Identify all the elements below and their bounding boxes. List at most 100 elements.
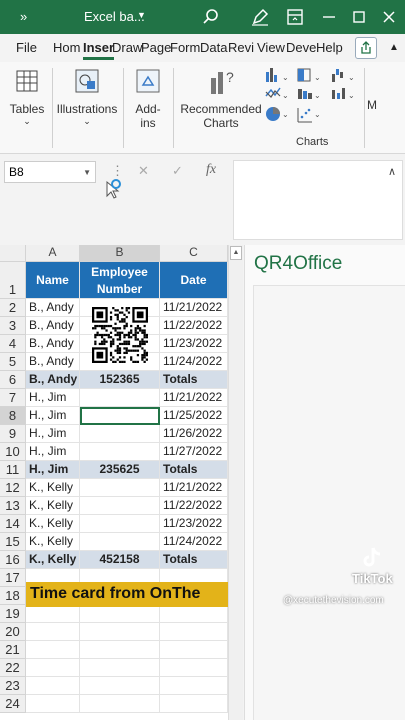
spreadsheet-grid[interactable]: A B C 1 Name Employee Number Date 2 B., Andy 11… (0, 245, 228, 720)
tab-developer[interactable]: Deve (286, 40, 316, 55)
employee-number-cell[interactable] (80, 443, 160, 461)
name-cell[interactable]: H., Jim (26, 389, 80, 407)
empty-cell[interactable] (160, 695, 228, 713)
formula-input[interactable] (233, 160, 403, 240)
row-header[interactable]: 7 (0, 389, 26, 407)
ribbon-display-icon[interactable] (284, 6, 306, 28)
column-header-b[interactable]: B (80, 245, 160, 262)
header-date-cell[interactable]: Date (160, 262, 228, 299)
vertical-scrollbar[interactable]: ▲ (228, 245, 243, 720)
name-box-dropdown-icon[interactable]: ▼ (83, 168, 91, 177)
header-name-cell[interactable]: Name (26, 262, 80, 299)
row-header[interactable]: 13 (0, 497, 26, 515)
collapse-ribbon-icon[interactable]: ▲ (389, 42, 399, 53)
empty-cell[interactable] (80, 659, 160, 677)
empty-cell[interactable] (26, 695, 80, 713)
scroll-up-icon[interactable]: ▲ (230, 246, 242, 260)
employee-number-cell[interactable] (80, 389, 160, 407)
workbook-title[interactable]: Excel ba... (84, 9, 145, 24)
empty-cell[interactable] (26, 659, 80, 677)
name-cell[interactable]: H., Jim (26, 461, 80, 479)
name-cell[interactable]: K., Kelly (26, 533, 80, 551)
select-all-corner[interactable] (0, 245, 26, 262)
tab-page-layout[interactable]: Page (141, 40, 171, 55)
employee-number-cell[interactable]: 152365 (80, 371, 160, 389)
empty-cell[interactable] (26, 677, 80, 695)
date-cell[interactable]: 11/24/2022 (160, 533, 228, 551)
expand-formula-bar-icon[interactable]: ∧ (388, 165, 396, 178)
illustrations-button[interactable]: Illustrations ⌄ (56, 68, 118, 127)
employee-number-cell[interactable] (80, 425, 160, 443)
insert-function-icon[interactable]: fx (206, 162, 216, 178)
tables-button[interactable]: Tables ⌄ (8, 68, 46, 127)
close-icon[interactable] (378, 6, 400, 28)
search-icon[interactable] (200, 6, 222, 28)
name-cell[interactable]: B., Andy (26, 353, 80, 371)
empty-cell[interactable] (80, 677, 160, 695)
row-header[interactable]: 5 (0, 353, 26, 371)
empty-cell[interactable] (160, 659, 228, 677)
name-cell[interactable]: K., Kelly (26, 515, 80, 533)
row-header[interactable]: 11 (0, 461, 26, 479)
row-header[interactable]: 15 (0, 533, 26, 551)
tab-draw[interactable]: Draw (112, 40, 142, 55)
designer-pen-icon[interactable] (249, 6, 271, 28)
name-box[interactable]: B8 ▼ (4, 161, 96, 183)
empty-cell[interactable] (160, 641, 228, 659)
date-cell[interactable]: 11/27/2022 (160, 443, 228, 461)
row-header[interactable]: 3 (0, 317, 26, 335)
row-header[interactable]: 2 (0, 299, 26, 317)
empty-cell[interactable] (26, 641, 80, 659)
date-cell[interactable]: Totals (160, 461, 228, 479)
cancel-entry-icon[interactable]: ✕ (138, 163, 149, 179)
maximize-icon[interactable] (348, 6, 370, 28)
time-card-banner[interactable]: Time card from OnThe (26, 582, 228, 607)
date-cell[interactable]: 11/21/2022 (160, 389, 228, 407)
date-cell[interactable]: 11/23/2022 (160, 515, 228, 533)
date-cell[interactable]: 11/26/2022 (160, 425, 228, 443)
row-header[interactable]: 6 (0, 371, 26, 389)
tab-insert[interactable]: Inser (83, 40, 115, 60)
title-dropdown-icon[interactable]: ▼ (137, 10, 146, 20)
chart-type-icons[interactable]: ⌄ ⌄ ⌄ ⌄ ⌄ ⌄ ⌄ ⌄ (264, 66, 362, 132)
row-header[interactable]: 21 (0, 641, 26, 659)
name-cell[interactable]: H., Jim (26, 425, 80, 443)
date-cell[interactable]: 11/25/2022 (160, 407, 228, 425)
task-pane-body[interactable] (253, 285, 405, 720)
name-cell[interactable]: B., Andy (26, 299, 80, 317)
row-header[interactable]: 8 (0, 407, 26, 425)
selected-cell-b8[interactable] (80, 407, 160, 425)
row-header[interactable]: 24 (0, 695, 26, 713)
column-header-a[interactable]: A (26, 245, 80, 262)
recommended-charts-button[interactable]: ? Recommended Charts (180, 68, 262, 130)
date-cell[interactable]: 11/22/2022 (160, 317, 228, 335)
empty-cell[interactable] (80, 641, 160, 659)
qr-code-image[interactable] (92, 307, 148, 363)
name-cell[interactable]: B., Andy (26, 335, 80, 353)
tab-file[interactable]: File (16, 40, 37, 55)
row-header[interactable]: 22 (0, 659, 26, 677)
employee-number-cell[interactable] (80, 533, 160, 551)
employee-number-cell[interactable]: 452158 (80, 551, 160, 569)
name-cell[interactable]: B., Andy (26, 317, 80, 335)
date-cell[interactable]: Totals (160, 371, 228, 389)
date-cell[interactable]: 11/21/2022 (160, 299, 228, 317)
tab-review[interactable]: Revi (228, 40, 254, 55)
share-button[interactable] (355, 37, 377, 59)
row-header[interactable]: 16 (0, 551, 26, 569)
more-ribbon-label[interactable]: M (367, 98, 377, 112)
row-header[interactable]: 14 (0, 515, 26, 533)
tab-formulas[interactable]: Form (170, 40, 200, 55)
date-cell[interactable]: 11/24/2022 (160, 353, 228, 371)
addins-button[interactable]: Add- ins (128, 68, 168, 130)
employee-number-cell[interactable]: 235625 (80, 461, 160, 479)
row-header[interactable]: 1 (0, 262, 26, 299)
tab-data[interactable]: Data (200, 40, 227, 55)
column-header-c[interactable]: C (160, 245, 228, 262)
tab-view[interactable]: View (257, 40, 285, 55)
name-cell[interactable]: B., Andy (26, 371, 80, 389)
empty-cell[interactable] (26, 623, 80, 641)
name-cell[interactable]: K., Kelly (26, 479, 80, 497)
date-cell[interactable]: 11/22/2022 (160, 497, 228, 515)
date-cell[interactable]: Totals (160, 551, 228, 569)
